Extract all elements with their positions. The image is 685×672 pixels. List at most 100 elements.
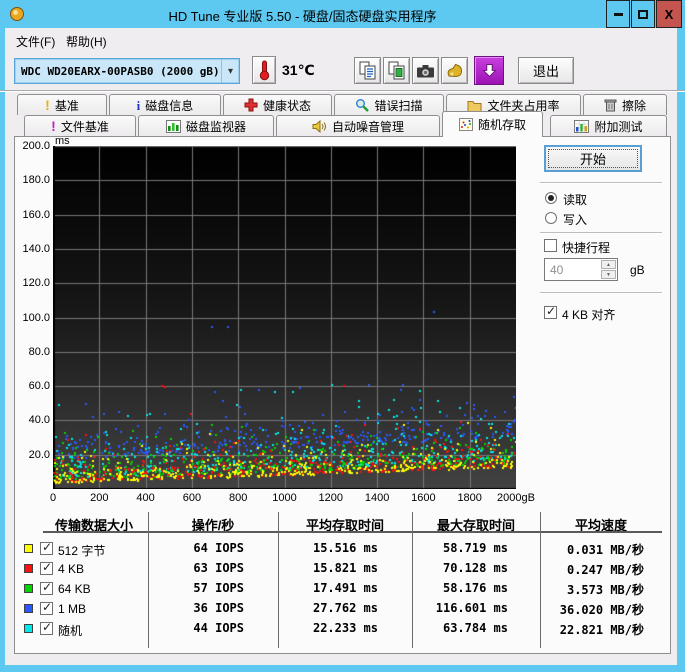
tab-random-access[interactable]: 随机存取	[442, 111, 543, 137]
tab-label: 磁盘监视器	[185, 119, 246, 134]
avg-access-value: 27.762 ms	[312, 601, 378, 615]
max-access-value: 63.784 ms	[442, 621, 508, 635]
series-checkbox-64kb[interactable]	[40, 581, 53, 595]
copy-image-icon	[388, 61, 405, 80]
minimize-button[interactable]	[606, 0, 630, 28]
header-rule	[43, 531, 662, 533]
series-label[interactable]: 1 MB	[58, 602, 86, 616]
tab-file-benchmark[interactable]: ! 文件基准	[24, 115, 136, 136]
series-checkbox-1mb[interactable]	[40, 601, 53, 615]
copy-text-button[interactable]	[354, 57, 381, 84]
bar-chart-icon	[165, 119, 181, 133]
align-4kb-label[interactable]: 4 KB 对齐	[562, 306, 615, 323]
avg-speed-value: 3.573 MB/秒	[566, 583, 644, 597]
exclamation-icon: !	[51, 118, 56, 134]
short-stroke-checkbox[interactable]	[544, 239, 557, 252]
tab-label: 自动噪音管理	[331, 119, 404, 134]
chart-grid-icon	[574, 119, 590, 133]
menu-file[interactable]: 文件(F)	[10, 32, 61, 50]
iops-value: 36 IOPS	[193, 601, 244, 615]
tab-label: 随机存取	[477, 118, 526, 132]
focus-rect	[548, 149, 638, 168]
tab-benchmark[interactable]: ! 基准	[17, 94, 107, 115]
iops-value: 63 IOPS	[193, 561, 244, 575]
spin-up-icon[interactable]: ▲	[601, 260, 616, 269]
avg-access-value: 17.491 ms	[312, 581, 378, 595]
x-tick-label: 400	[136, 492, 155, 504]
magnifier-icon	[356, 99, 370, 112]
iops-value: 57 IOPS	[193, 581, 244, 595]
max-access-value: 70.128 ms	[442, 561, 508, 575]
update-button[interactable]	[474, 56, 504, 85]
health-cross-icon	[244, 98, 258, 112]
window-title: HD Tune 专业版 5.50 - 硬盘/固态硬盘实用程序	[168, 9, 437, 24]
short-stroke-label[interactable]: 快捷行程	[562, 239, 610, 256]
x-tick-label: 200	[90, 492, 109, 504]
series-label[interactable]: 64 KB	[58, 582, 91, 596]
avg-speed-value: 22.821 MB/秒	[559, 623, 644, 637]
avg-speed-value: 0.031 MB/秒	[566, 543, 644, 557]
speaker-icon	[312, 119, 326, 133]
capacity-unit-label: gB	[630, 263, 645, 277]
series-swatch	[24, 624, 33, 633]
capacity-spinner[interactable]: 40 ▲ ▼	[544, 258, 618, 281]
series-swatch	[24, 544, 33, 553]
drive-selector[interactable]: WDC WD20EARX-00PASB0 (2000 gB) ▾	[14, 58, 240, 84]
y-tick-label: 140.0	[22, 242, 50, 255]
exit-button[interactable]: 退出	[518, 57, 574, 84]
copy-text-icon	[359, 61, 376, 80]
screenshot-button[interactable]	[412, 57, 439, 84]
tab-disk-monitor[interactable]: 磁盘监视器	[138, 115, 274, 136]
series-label[interactable]: 512 字节	[58, 542, 105, 559]
tab-label: 错误扫描	[374, 98, 423, 113]
close-button[interactable]: X	[656, 0, 682, 28]
avg-speed-value: 0.247 MB/秒	[566, 563, 644, 577]
write-radio[interactable]	[545, 212, 557, 224]
start-button[interactable]: 开始	[544, 145, 642, 172]
series-checkbox-random[interactable]	[40, 621, 53, 635]
tab-erase[interactable]: 擦除	[583, 94, 667, 115]
series-label[interactable]: 4 KB	[58, 562, 84, 576]
write-radio-label[interactable]: 写入	[563, 211, 587, 228]
tab-aam[interactable]: 自动噪音管理	[276, 115, 440, 136]
options-icon	[447, 63, 463, 77]
info-icon: i	[136, 97, 141, 113]
maximize-button[interactable]	[631, 0, 655, 28]
y-tick-label: 100.0	[22, 311, 50, 324]
temperature-value: 31℃	[282, 62, 315, 78]
tab-health[interactable]: 健康状态	[223, 94, 332, 115]
read-radio-label[interactable]: 读取	[563, 191, 587, 208]
chevron-down-icon[interactable]: ▾	[221, 59, 239, 83]
tab-label: 健康状态	[262, 98, 311, 113]
tab-disk-info[interactable]: i 磁盘信息	[109, 94, 221, 115]
x-tick-label: 1600	[411, 492, 436, 504]
max-access-value: 58.176 ms	[442, 581, 508, 595]
series-checkbox-512b[interactable]	[40, 541, 53, 555]
spin-down-icon[interactable]: ▼	[601, 270, 616, 279]
tab-error-scan[interactable]: 错误扫描	[334, 94, 444, 115]
series-checkbox-4kb[interactable]	[40, 561, 53, 575]
hd-tune-window: HD Tune 专业版 5.50 - 硬盘/固态硬盘实用程序 X 文件(F) 帮…	[0, 0, 685, 672]
copy-image-button[interactable]	[383, 57, 410, 84]
scatter-icon	[458, 118, 473, 131]
temperature-button[interactable]	[252, 56, 276, 84]
series-swatch	[24, 604, 33, 613]
options-button[interactable]	[441, 57, 468, 84]
avg-access-value: 22.233 ms	[312, 621, 378, 635]
tab-extra-tests[interactable]: 附加测试	[550, 115, 667, 136]
separator	[540, 232, 662, 234]
y-tick-label: 120.0	[22, 277, 50, 290]
read-radio[interactable]	[545, 192, 557, 204]
x-tick-label: 600	[182, 492, 202, 504]
tab-label: 磁盘信息	[145, 98, 194, 113]
random-access-scatter-canvas	[53, 146, 516, 489]
y-tick-label: 40.0	[28, 414, 50, 427]
folder-icon	[467, 100, 482, 112]
thermometer-icon	[259, 60, 269, 81]
max-access-value: 116.601 ms	[435, 601, 508, 615]
x-tick-label: 800	[229, 492, 248, 504]
align-4kb-checkbox[interactable]	[544, 305, 557, 319]
trash-icon	[604, 99, 617, 112]
menu-help[interactable]: 帮助(H)	[60, 32, 113, 50]
series-label[interactable]: 随机	[58, 622, 82, 639]
